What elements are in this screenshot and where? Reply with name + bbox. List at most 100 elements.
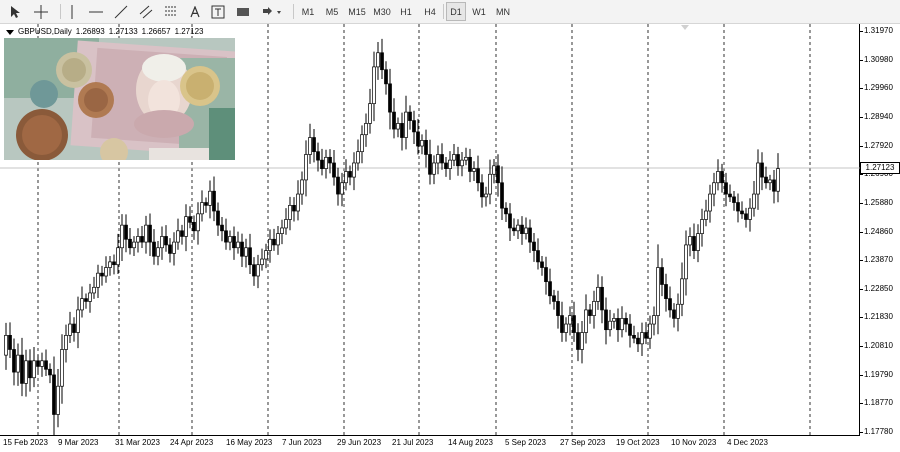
- candle-128: [512, 218, 516, 236]
- candle-29: [116, 233, 120, 275]
- crosshair-tool-icon[interactable]: [31, 2, 51, 21]
- candle-187: [748, 198, 752, 232]
- candle-17: [68, 311, 72, 343]
- fibonacci-tool-icon[interactable]: [162, 2, 180, 21]
- candle-31: [124, 214, 128, 253]
- candle-26: [104, 256, 108, 283]
- x-tick-label: 7 Jun 2023: [282, 438, 322, 447]
- timeframe-h1[interactable]: H1: [395, 2, 417, 21]
- candle-6: [24, 349, 28, 397]
- y-tick-label: 1.18770: [864, 398, 893, 408]
- candle-12: [48, 363, 52, 384]
- timeframe-m30[interactable]: M30: [370, 2, 394, 21]
- candle-96: [384, 61, 388, 95]
- candle-97: [388, 68, 392, 130]
- candle-60: [240, 233, 244, 267]
- y-tick-label: 1.23870: [864, 255, 893, 265]
- candle-173: [692, 223, 696, 260]
- candle-51: [204, 197, 208, 213]
- candle-109: [436, 145, 440, 175]
- candle-133: [532, 233, 536, 262]
- candle-56: [224, 218, 228, 250]
- candle-83: [332, 149, 336, 186]
- x-tick-label: 21 Jul 2023: [392, 438, 434, 447]
- text-tool-icon[interactable]: [187, 2, 203, 21]
- timeframe-d1[interactable]: D1: [446, 2, 466, 21]
- y-tick-mark: [860, 145, 863, 147]
- x-tick-label: 10 Nov 2023: [671, 438, 717, 447]
- currency-photo: [4, 38, 235, 160]
- candle-43: [172, 232, 176, 266]
- open-value: 1.26893: [75, 27, 105, 36]
- timeframe-m1[interactable]: M1: [297, 2, 319, 21]
- y-tick-label: 1.19790: [864, 369, 893, 379]
- candle-72: [288, 196, 292, 231]
- candle-138: [552, 289, 556, 310]
- candle-142: [568, 306, 572, 336]
- trendline-tool-icon[interactable]: [112, 2, 130, 21]
- candle-118: [472, 161, 476, 182]
- candle-121: [484, 186, 488, 207]
- cursor-tool-icon[interactable]: [6, 2, 24, 21]
- shapes-menu-icon[interactable]: [259, 2, 285, 21]
- candle-165: [660, 258, 664, 297]
- candle-111: [444, 157, 448, 177]
- candle-5: [20, 337, 24, 397]
- rectangle-tool-icon[interactable]: [234, 2, 252, 21]
- candle-154: [616, 308, 620, 342]
- symbol-dropdown-icon[interactable]: [6, 30, 14, 35]
- candle-135: [540, 255, 544, 276]
- candle-61: [244, 238, 248, 268]
- price-axis: 1.319701.309801.299601.289401.279201.269…: [860, 24, 900, 452]
- candle-114: [456, 146, 460, 176]
- timeframe-mn[interactable]: MN: [491, 2, 515, 21]
- candle-108: [432, 155, 436, 185]
- candle-122: [488, 159, 492, 205]
- timeframe-w1[interactable]: W1: [469, 2, 489, 21]
- candle-160: [640, 322, 644, 356]
- candle-134: [536, 238, 540, 270]
- candle-11: [44, 349, 48, 377]
- x-tick-label: 9 Mar 2023: [58, 438, 99, 447]
- candle-70: [280, 219, 284, 245]
- candle-119: [476, 155, 480, 192]
- candle-156: [624, 312, 628, 333]
- y-tick-mark: [860, 317, 863, 319]
- y-tick-mark: [860, 403, 863, 405]
- candle-40: [160, 226, 164, 260]
- candle-98: [392, 98, 396, 139]
- candle-35: [140, 225, 144, 249]
- timeframe-m5[interactable]: M5: [321, 2, 343, 21]
- horizontal-line-tool-icon[interactable]: [86, 2, 106, 21]
- low-value: 1.26657: [141, 27, 171, 36]
- text-label-tool-icon[interactable]: [210, 2, 226, 21]
- x-tick-label: 4 Dec 2023: [727, 438, 768, 447]
- candle-47: [188, 206, 192, 229]
- candle-74: [296, 180, 300, 221]
- candle-136: [544, 256, 548, 295]
- candle-54: [216, 202, 220, 236]
- timeframe-m15[interactable]: M15: [345, 2, 369, 21]
- vertical-line-tool-icon[interactable]: [65, 2, 79, 21]
- candle-144: [576, 323, 580, 362]
- candle-172: [688, 227, 692, 257]
- candle-66: [264, 243, 268, 269]
- chart-shift-marker-icon[interactable]: [678, 24, 692, 32]
- candle-115: [460, 151, 464, 177]
- candle-18: [72, 317, 76, 342]
- candle-1: [4, 322, 8, 370]
- equidistant-channel-tool-icon[interactable]: [137, 2, 155, 21]
- candle-99: [396, 117, 400, 138]
- candle-116: [464, 147, 468, 166]
- high-value: 1.27133: [108, 27, 138, 36]
- y-tick-mark: [860, 288, 863, 290]
- timeframe-h4[interactable]: H4: [419, 2, 441, 21]
- candle-19: [76, 296, 80, 349]
- candle-164: [656, 244, 660, 335]
- candle-155: [620, 306, 624, 338]
- x-tick-label: 29 Jun 2023: [337, 438, 382, 447]
- candle-146: [584, 294, 588, 344]
- candle-177: [708, 184, 712, 223]
- candle-89: [356, 139, 360, 171]
- y-tick-label: 1.20810: [864, 341, 893, 351]
